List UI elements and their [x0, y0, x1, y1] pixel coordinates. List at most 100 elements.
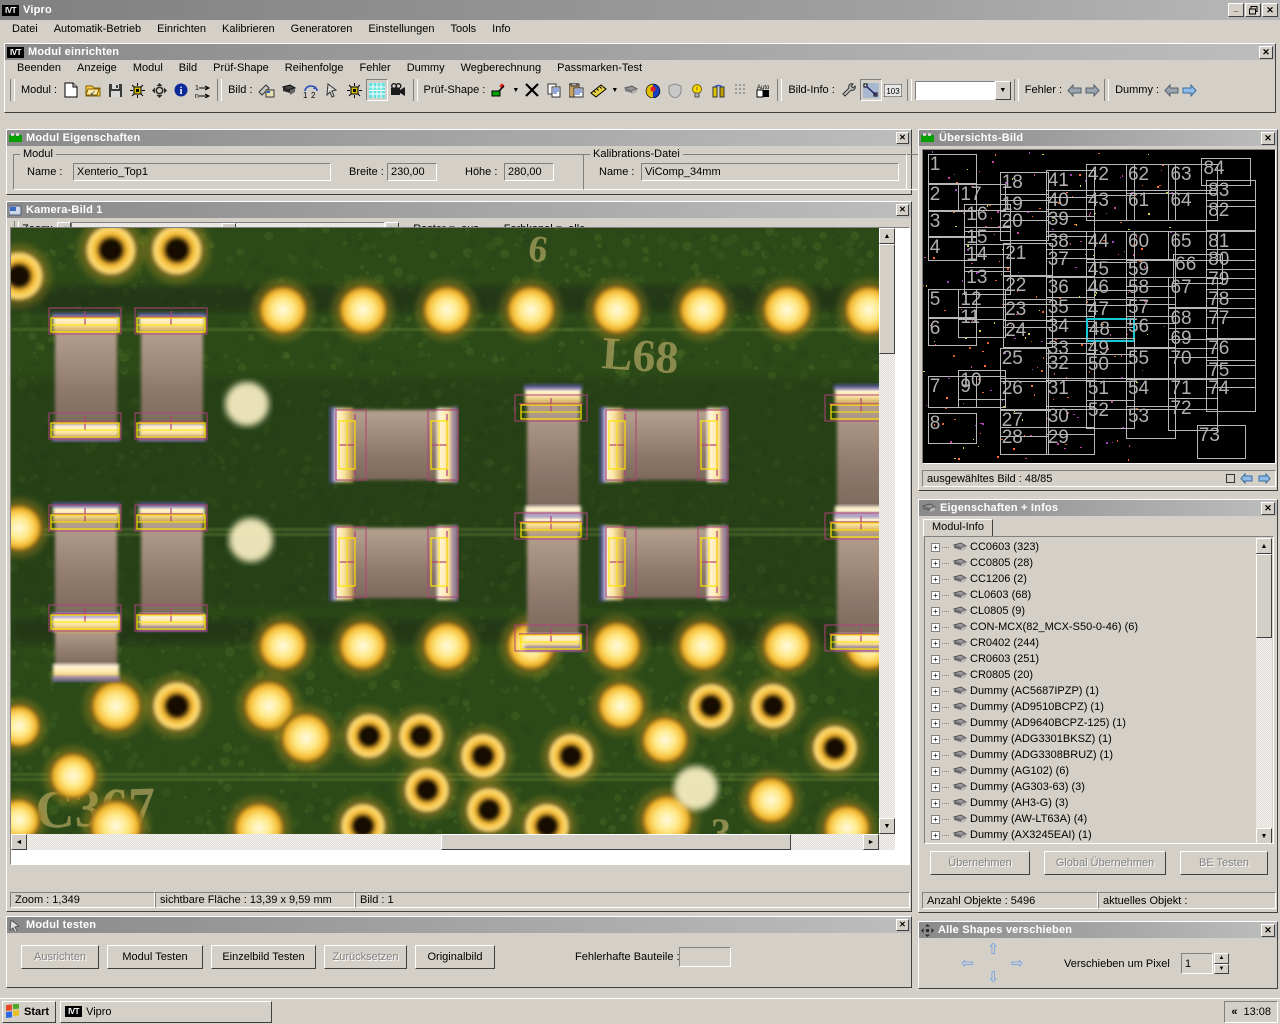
image-pointer-button[interactable]	[322, 79, 344, 101]
tree-expand-icon[interactable]: +	[931, 782, 940, 792]
tree-row[interactable]: + Dummy (ADG3301BKSZ) (1)	[927, 731, 1255, 747]
image-acquire-button[interactable]	[256, 79, 278, 101]
menu-item-generatoren[interactable]: Generatoren	[283, 22, 361, 36]
tree-row[interactable]: + Dummy (AX3245EAI) (1)	[927, 827, 1255, 843]
taskbar-item-vipro[interactable]: IVT Vipro	[60, 1000, 273, 1023]
menu-item-reihenfolge[interactable]: Reihenfolge	[277, 61, 352, 75]
tree-expand-icon[interactable]: +	[931, 734, 940, 744]
tree-expand-icon[interactable]: +	[931, 638, 940, 648]
shape-new-dropdown-arrow[interactable]: ▼	[510, 79, 521, 101]
menu-item-beenden[interactable]: Beenden	[9, 61, 69, 75]
camera-horizontal-scrollbar[interactable]: ◄ ►	[11, 834, 895, 850]
menu-item-pruef-shape[interactable]: Prüf-Shape	[205, 61, 277, 75]
image-grid-toggle-button[interactable]	[365, 79, 388, 101]
module-info-button[interactable]: i	[170, 79, 192, 101]
shape-paste-button[interactable]	[565, 79, 587, 101]
originalbild-button[interactable]: Originalbild	[415, 945, 495, 969]
menu-item-einrichten[interactable]: Einrichten	[149, 22, 214, 36]
tree-row[interactable]: + CR0805 (20)	[927, 667, 1255, 683]
shape-new-button[interactable]	[488, 79, 510, 101]
module-settings-bug-button[interactable]	[126, 79, 148, 101]
modul-testen-button[interactable]: Modul Testen	[107, 945, 203, 969]
move-down-button[interactable]: ⇩	[987, 968, 1000, 986]
tree-expand-icon[interactable]: +	[931, 798, 940, 808]
module-order-button[interactable]: 1n	[192, 79, 214, 101]
close-button[interactable]: ✕	[1262, 3, 1278, 17]
tray-expand-chevron-icon[interactable]: «	[1231, 1006, 1237, 1018]
menu-item-anzeige[interactable]: Anzeige	[69, 61, 125, 75]
tree-row[interactable]: + Dummy (AH3-G) (3)	[927, 795, 1255, 811]
shape-flip-button[interactable]	[708, 79, 730, 101]
kalib-name-field[interactable]: ViComp_34mm	[641, 163, 899, 181]
camera-vertical-scrollbar[interactable]: ▲ ▼	[879, 228, 895, 850]
tree-row[interactable]: + CR0402 (244)	[927, 635, 1255, 651]
fehler-next-button[interactable]	[1083, 80, 1101, 100]
menu-item-kalibrieren[interactable]: Kalibrieren	[214, 22, 283, 36]
overview-cell-28[interactable]: 28	[999, 427, 1050, 456]
module-hoehe-field[interactable]: 280,00	[504, 163, 554, 181]
shape-measure-button[interactable]	[587, 79, 609, 101]
fehler-prev-button[interactable]	[1065, 80, 1083, 100]
overview-close-button[interactable]: ✕	[1261, 131, 1275, 145]
start-button[interactable]: Start	[2, 1000, 57, 1023]
shape-auto-button[interactable]: Auto	[752, 79, 774, 101]
shape-copy-button[interactable]	[543, 79, 565, 101]
shape-measure-dropdown-arrow[interactable]: ▼	[609, 79, 620, 101]
tree-expand-icon[interactable]: +	[931, 750, 940, 760]
ausrichten-button[interactable]: Ausrichten	[21, 945, 99, 969]
tree-row[interactable]: + CL0805 (9)	[927, 603, 1255, 619]
camera-image-viewport[interactable]: 6 L68 C367 3 ▲ ▼ ◄ ►	[10, 227, 910, 865]
move-right-button[interactable]: ⇨	[1011, 954, 1024, 972]
camera-scroll-left-button[interactable]: ◄	[11, 834, 27, 850]
tree-row[interactable]: + Dummy (ADG3308BRUZ) (1)	[927, 747, 1255, 763]
move-left-button[interactable]: ⇦	[961, 954, 974, 972]
overview-cell-17[interactable]: 17	[958, 183, 1006, 212]
image-chip-button[interactable]	[278, 79, 300, 101]
move-shapes-close-button[interactable]: ✕	[1261, 923, 1275, 937]
tree-expand-icon[interactable]: +	[931, 702, 940, 712]
camera-hscroll-thumb[interactable]	[441, 834, 791, 850]
module-setup-close-button[interactable]: ✕	[1259, 45, 1273, 59]
overview-cell-81[interactable]: 81	[1206, 231, 1256, 261]
menu-item-fehler[interactable]: Fehler	[352, 61, 399, 75]
shape-chip-button[interactable]	[620, 79, 642, 101]
tree-expand-icon[interactable]: +	[931, 542, 940, 552]
properties-close-button[interactable]: ✕	[1261, 501, 1275, 515]
tree-expand-icon[interactable]: +	[931, 670, 940, 680]
overview-cell-25[interactable]: 25	[999, 348, 1050, 382]
overview-cell-26[interactable]: 26	[999, 377, 1050, 410]
overview-grid[interactable]: 1 2 3 4 5 6 7 8 9 10 11 12 13 14 15 16 17 18 19 20 21 22 23 24 2…	[922, 149, 1276, 464]
tree-row[interactable]: + Dummy (AG102) (6)	[927, 763, 1255, 779]
menu-item-automatik-betrieb[interactable]: Automatik-Betrieb	[46, 22, 149, 36]
overview-cell-8[interactable]: 8	[927, 412, 978, 445]
bildinfo-wrench-button[interactable]	[838, 79, 860, 101]
tree-expand-icon[interactable]: +	[931, 718, 940, 728]
overview-cell-1[interactable]: 1	[927, 153, 978, 184]
image-rotate-button[interactable]: 12	[300, 79, 322, 101]
tree-expand-icon[interactable]: +	[931, 606, 940, 616]
overview-cell-76[interactable]: 76	[1206, 338, 1256, 366]
bildinfo-number-button[interactable]: 103	[882, 79, 904, 101]
shape-delete-button[interactable]	[521, 79, 543, 101]
minimize-button[interactable]: _	[1228, 3, 1244, 17]
global-uebernehmen-button[interactable]: Global Übernehmen	[1044, 851, 1166, 875]
menu-item-tools[interactable]: Tools	[442, 22, 484, 36]
menu-item-bild[interactable]: Bild	[171, 61, 205, 75]
move-pixel-spinner-down[interactable]: ▼	[1214, 963, 1229, 974]
tab-modul-info[interactable]: Modul-Info	[923, 519, 993, 536]
menu-item-info[interactable]: Info	[484, 22, 518, 36]
camera-scroll-right-button[interactable]: ►	[863, 834, 879, 850]
tree-row[interactable]: + Dummy (AD9510BCPZ) (1)	[927, 699, 1255, 715]
tree-expand-icon[interactable]: +	[931, 622, 940, 632]
menu-item-dummy[interactable]: Dummy	[399, 61, 453, 75]
tree-row[interactable]: + CC1206 (2)	[927, 571, 1255, 587]
tree-expand-icon[interactable]: +	[931, 686, 940, 696]
einzelbild-testen-button[interactable]: Einzelbild Testen	[211, 945, 316, 969]
tree-row[interactable]: + CL0603 (68)	[927, 587, 1255, 603]
module-properties-close-button[interactable]: ✕	[896, 132, 909, 144]
module-move-button[interactable]	[148, 79, 170, 101]
bildinfo-combo[interactable]: ▼	[914, 80, 1011, 100]
tree-scroll-down-button[interactable]: ▼	[1256, 828, 1272, 843]
image-camera-button[interactable]	[388, 79, 410, 101]
maximize-restore-button[interactable]	[1245, 3, 1261, 17]
